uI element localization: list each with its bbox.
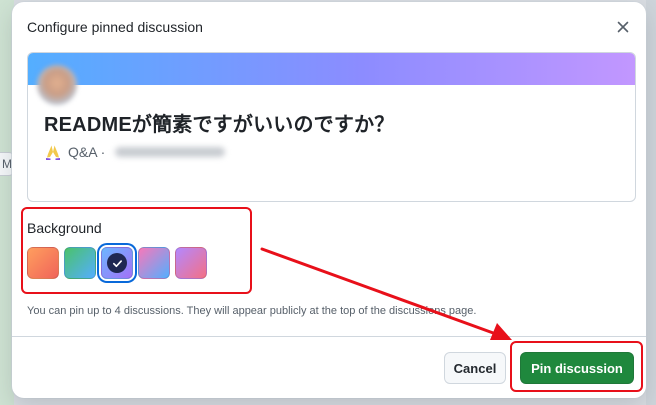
footer-divider — [12, 336, 646, 337]
swatch-orange[interactable] — [27, 247, 59, 279]
swatch-purple-pink[interactable] — [175, 247, 207, 279]
discussion-preview-card: READMEが簡素ですがいいのですか？ Q&A · — [27, 52, 636, 202]
cancel-button[interactable]: Cancel — [444, 352, 506, 384]
preview-meta: Q&A · — [44, 143, 226, 161]
close-icon — [617, 21, 629, 33]
preview-title: READMEが簡素ですがいいのですか？ — [44, 114, 395, 136]
pin-discussion-button[interactable]: Pin discussion — [520, 352, 634, 384]
swatch-pink-blue[interactable] — [138, 247, 170, 279]
praying-hands-icon — [46, 145, 60, 160]
background-swatches — [27, 247, 207, 279]
check-icon — [107, 253, 127, 273]
backdrop-page-right — [646, 0, 656, 405]
swatch-green-blue[interactable] — [64, 247, 96, 279]
avatar — [37, 65, 77, 105]
background-label: Background — [27, 220, 102, 236]
pin-discussion-dialog: Configure pinned discussion READMEが簡素ですが… — [12, 2, 646, 398]
pin-limit-hint: You can pin up to 4 discussions. They wi… — [27, 305, 477, 317]
close-button[interactable] — [612, 16, 634, 38]
author-blurred — [115, 147, 226, 157]
dialog-header: Configure pinned discussion — [12, 2, 646, 50]
dialog-title: Configure pinned discussion — [27, 19, 203, 35]
preview-category: Q&A · — [68, 144, 106, 160]
preview-banner — [28, 53, 635, 85]
swatch-blue-purple[interactable] — [101, 247, 133, 279]
